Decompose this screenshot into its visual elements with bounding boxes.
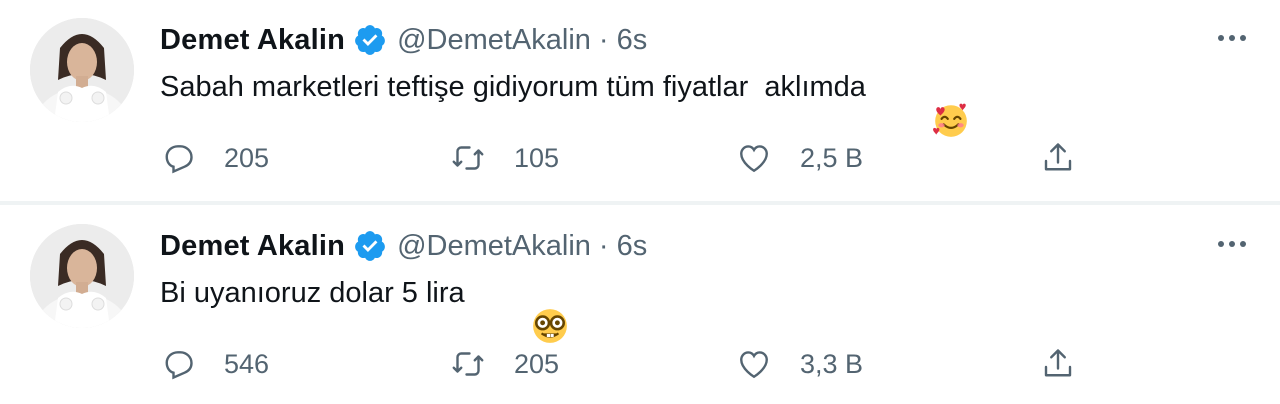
- like-button[interactable]: 2,5 B: [736, 138, 863, 178]
- tweet-timestamp[interactable]: 6s: [617, 230, 648, 263]
- verified-badge-icon: [353, 23, 387, 57]
- tweet-text: Bi uyanıoruz dolar 5 lira: [160, 276, 465, 309]
- verified-badge-icon: [353, 229, 387, 263]
- reply-button[interactable]: 546: [160, 344, 269, 384]
- tweet-header: Demet Akalin @DemetAkalin · 6s: [160, 226, 647, 266]
- retweet-icon: [452, 146, 484, 170]
- retweet-count: 205: [514, 348, 560, 379]
- tweet-text-container: Bi uyanıoruz dolar 5 lira: [160, 274, 568, 343]
- author-name[interactable]: Demet Akalin: [160, 24, 345, 57]
- tweet-divider: [0, 201, 1280, 205]
- tweet-header: Demet Akalin @DemetAkalin · 6s: [160, 20, 647, 60]
- reply-count: 205: [224, 142, 270, 173]
- like-count: 2,5 B: [800, 142, 864, 173]
- avatar[interactable]: [30, 18, 134, 122]
- more-options-icon[interactable]: [1212, 228, 1252, 260]
- share-button[interactable]: [1040, 138, 1076, 178]
- author-handle[interactable]: @DemetAkalin: [397, 230, 591, 263]
- separator-dot: ·: [598, 229, 609, 262]
- more-options-icon[interactable]: [1212, 22, 1252, 54]
- heart-icon: [740, 351, 768, 379]
- retweet-count: 105: [514, 142, 560, 173]
- share-icon: [1044, 349, 1072, 377]
- avatar[interactable]: [30, 224, 134, 328]
- reply-icon: [165, 145, 193, 174]
- tweet-actions: 205 105 2,5 B: [160, 138, 1100, 178]
- separator-dot: ·: [598, 23, 609, 56]
- retweet-button[interactable]: 205: [450, 344, 559, 384]
- tweet-text-container: Sabah marketleri teftişe gidiyorum tüm f…: [160, 68, 968, 137]
- like-count: 3,3 B: [800, 348, 864, 379]
- tweet-text: Sabah marketleri teftişe gidiyorum tüm f…: [160, 70, 866, 103]
- tweet-feed: Demet Akalin @DemetAkalin · 6s Sabah mar…: [0, 0, 1280, 404]
- reply-icon: [165, 351, 193, 380]
- tweet[interactable]: Demet Akalin @DemetAkalin · 6s Sabah mar…: [0, 0, 1280, 200]
- tweet-actions: 546 205 3,3 B: [160, 344, 1100, 384]
- reply-button[interactable]: 205: [160, 138, 269, 178]
- retweet-icon: [452, 352, 484, 376]
- tweet-timestamp[interactable]: 6s: [617, 24, 648, 57]
- like-button[interactable]: 3,3 B: [736, 344, 863, 384]
- reply-count: 546: [224, 348, 270, 379]
- share-button[interactable]: [1040, 344, 1076, 384]
- retweet-button[interactable]: 105: [450, 138, 559, 178]
- tweet[interactable]: Demet Akalin @DemetAkalin · 6s Bi uyanıo…: [0, 206, 1280, 404]
- author-name[interactable]: Demet Akalin: [160, 230, 345, 263]
- author-handle[interactable]: @DemetAkalin: [397, 24, 591, 57]
- share-icon: [1044, 143, 1072, 171]
- smiling-face-with-hearts-icon: [868, 68, 968, 137]
- nerd-face-icon: [467, 274, 568, 343]
- heart-icon: [740, 145, 768, 173]
